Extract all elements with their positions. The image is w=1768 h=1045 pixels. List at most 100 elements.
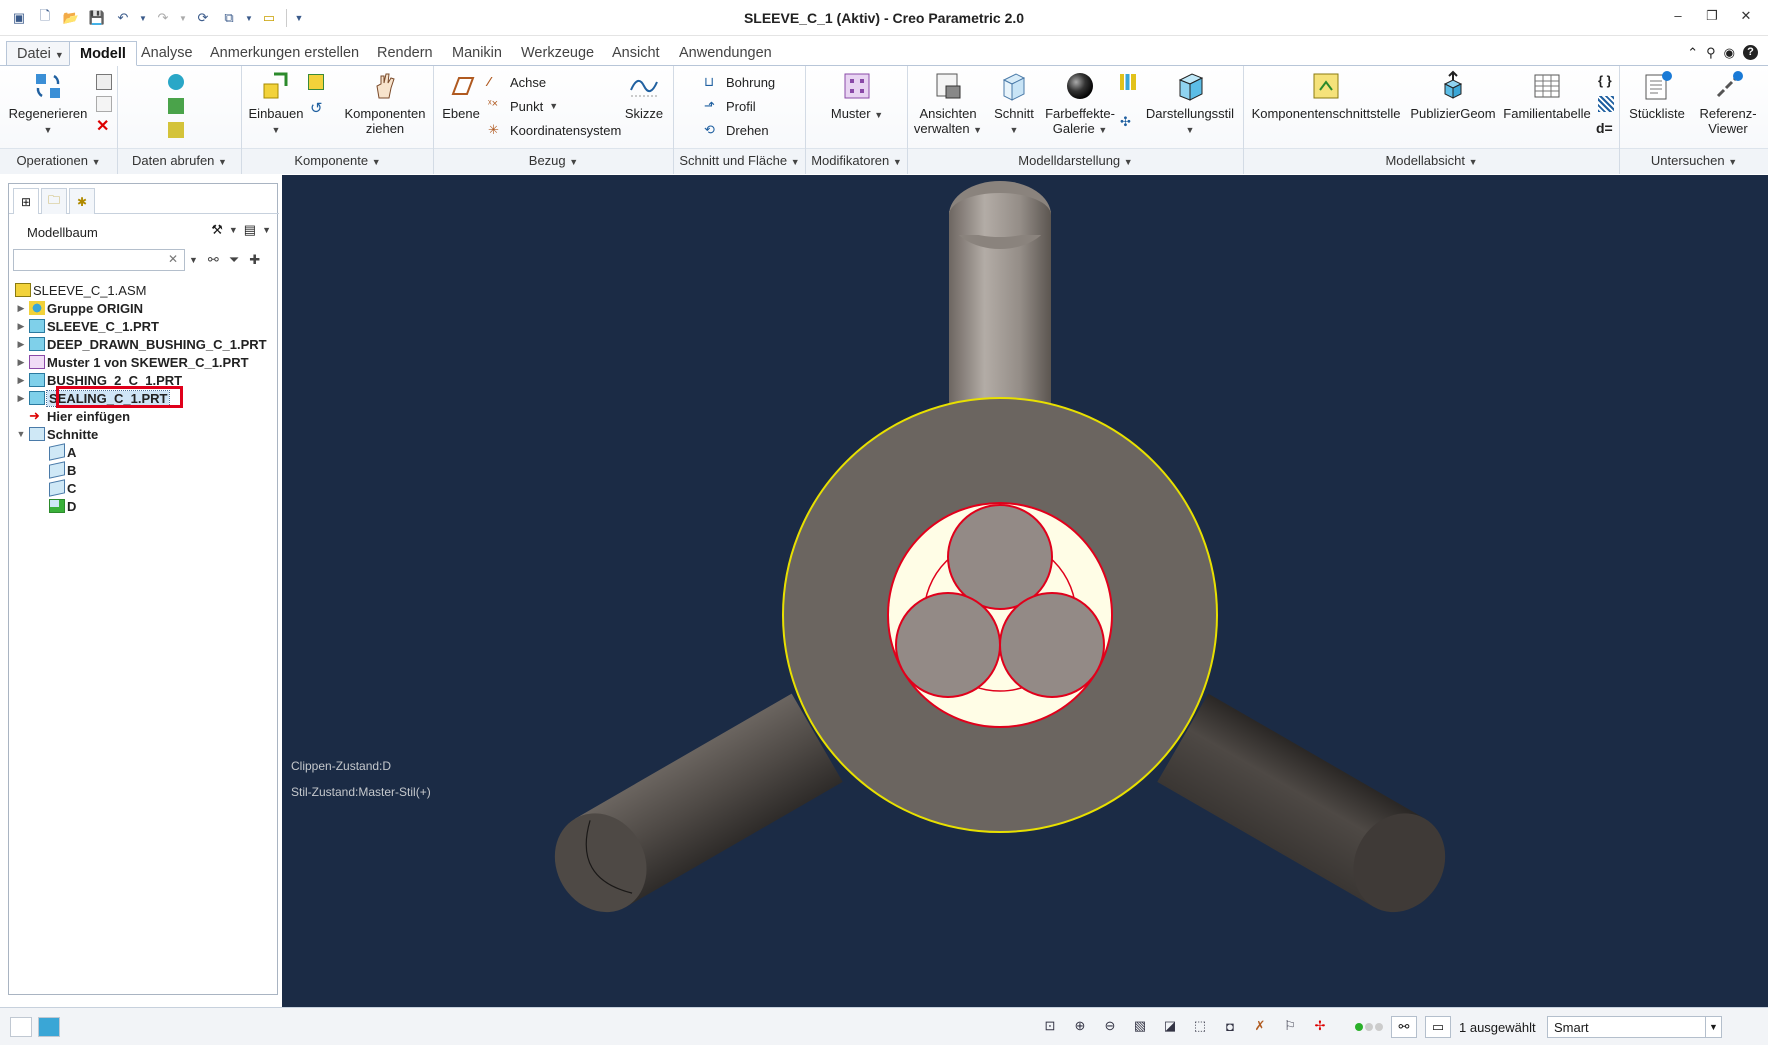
- einbauen-button[interactable]: Einbauen ▼: [246, 70, 306, 138]
- familientabelle-button[interactable]: Familientabelle: [1498, 70, 1596, 121]
- expand-arrow-icon[interactable]: ▶: [15, 339, 27, 350]
- search-icon[interactable]: ⚲: [1706, 45, 1716, 61]
- saved-orientations-icon[interactable]: ⬚: [1190, 1017, 1210, 1035]
- help-icon[interactable]: ?: [1743, 45, 1758, 60]
- ebene-button[interactable]: Ebene: [436, 70, 486, 121]
- collapse-arrow-icon[interactable]: ▼: [15, 429, 27, 439]
- copy-icon[interactable]: [96, 72, 112, 92]
- shrinkwrap-icon[interactable]: [168, 96, 184, 116]
- selection-filter-select[interactable]: Smart ▼: [1547, 1016, 1722, 1038]
- group-label[interactable]: Modelldarstellung ▼: [908, 148, 1243, 174]
- expand-arrow-icon[interactable]: ▶: [15, 393, 27, 404]
- achse-button[interactable]: ⁄ Achse: [488, 72, 546, 92]
- clear-search-icon[interactable]: ✕: [168, 252, 178, 266]
- tab-rendern[interactable]: Rendern: [367, 41, 443, 66]
- minimize-icon[interactable]: ‒: [1670, 8, 1686, 24]
- tab-anmerkungen-erstellen[interactable]: Anmerkungen erstellen: [200, 41, 369, 66]
- drehen-button[interactable]: ⟲ Drehen: [704, 120, 769, 140]
- regenerieren-button[interactable]: Regenerieren ▼: [8, 70, 88, 138]
- darstellungsstil-button[interactable]: Darstellungsstil ▼: [1140, 70, 1240, 138]
- tab-favorites[interactable]: ✱: [69, 188, 95, 214]
- close-icon[interactable]: ✕: [1738, 8, 1754, 24]
- profil-button[interactable]: ⬏ Profil: [704, 96, 756, 116]
- tree-item-sleeve-prt[interactable]: ▶ SLEEVE_C_1.PRT: [9, 317, 279, 335]
- tree-item-section-b[interactable]: B: [9, 461, 279, 479]
- scene-icon[interactable]: [1120, 72, 1136, 92]
- tab-anwendungen[interactable]: Anwendungen: [669, 41, 782, 66]
- tree-item-section-a[interactable]: A: [9, 443, 279, 461]
- skewer-rod-right[interactable]: [1157, 693, 1463, 929]
- tree-item-gruppe-origin[interactable]: ▶ Gruppe ORIGIN: [9, 299, 279, 317]
- rod-section-right[interactable]: [999, 592, 1105, 698]
- create-component-icon[interactable]: [308, 72, 324, 92]
- koordinatensystem-button[interactable]: ✳ Koordinatensystem: [488, 120, 621, 140]
- stueckliste-button[interactable]: Stückliste: [1624, 70, 1690, 121]
- tab-modell[interactable]: Modell: [69, 41, 137, 66]
- add-icon[interactable]: ✚: [249, 252, 260, 268]
- tab-ansicht[interactable]: Ansicht: [602, 41, 670, 66]
- search-history-dropdown-icon[interactable]: ▼: [189, 255, 198, 265]
- maximize-icon[interactable]: ❐: [1704, 8, 1720, 24]
- tree-item-hier-einfuegen[interactable]: ➜ Hier einfügen: [9, 407, 279, 425]
- group-label[interactable]: Komponente ▼: [242, 148, 433, 174]
- find-icon[interactable]: ⚯: [1391, 1016, 1417, 1038]
- group-label[interactable]: Schnitt und Fläche ▼: [674, 148, 805, 174]
- parameters-icon[interactable]: [1598, 94, 1614, 114]
- tab-folder-browser[interactable]: 🗀: [41, 188, 67, 214]
- chevron-down-icon[interactable]: ▼: [262, 225, 271, 235]
- tab-manikin[interactable]: Manikin: [442, 41, 512, 66]
- expand-arrow-icon[interactable]: ▶: [15, 357, 27, 368]
- skewer-rod-left[interactable]: [537, 693, 843, 929]
- perspective-icon[interactable]: ✣: [1120, 112, 1136, 132]
- komponenten-ziehen-button[interactable]: Komponenten ziehen: [340, 70, 430, 136]
- group-label[interactable]: Daten abrufen ▼: [118, 148, 241, 174]
- copy-geometry-icon[interactable]: [168, 72, 184, 92]
- annotation-display-icon[interactable]: ⚐: [1280, 1017, 1300, 1035]
- group-label[interactable]: Operationen ▼: [0, 148, 117, 174]
- zoom-out-icon[interactable]: ⊖: [1100, 1017, 1120, 1035]
- farbeffekte-galerie-button[interactable]: Farbeffekte- Galerie ▼: [1042, 70, 1118, 138]
- settings-tools-icon[interactable]: ⚒: [211, 222, 223, 238]
- toggle-browser-icon[interactable]: [38, 1017, 60, 1037]
- chevron-down-icon[interactable]: ▼: [229, 225, 238, 235]
- komponentenschnittstelle-button[interactable]: Komponentenschnittstelle: [1246, 70, 1406, 121]
- group-label[interactable]: Bezug ▼: [434, 148, 673, 174]
- skizze-button[interactable]: Skizze: [618, 70, 670, 121]
- muster-button[interactable]: Muster ▼: [816, 70, 898, 123]
- filter-icon[interactable]: ⏷: [229, 252, 239, 268]
- model-3d-view[interactable]: [282, 175, 1768, 1007]
- show-list-icon[interactable]: ▤: [244, 222, 256, 238]
- binoculars-icon[interactable]: ⚯: [208, 252, 219, 268]
- tab-analyse[interactable]: Analyse: [131, 41, 203, 66]
- punkt-button[interactable]: ˣ× Punkt ▼: [488, 96, 558, 116]
- expand-arrow-icon[interactable]: ▶: [15, 321, 27, 332]
- delete-icon[interactable]: ✕: [96, 116, 109, 136]
- display-style-small-icon[interactable]: ◪: [1160, 1017, 1180, 1035]
- paste-icon[interactable]: [96, 94, 112, 114]
- collapse-ribbon-icon[interactable]: ⌃: [1687, 45, 1698, 61]
- zoom-in-icon[interactable]: ⊕: [1070, 1017, 1090, 1035]
- expand-arrow-icon[interactable]: ▶: [15, 303, 27, 314]
- repaint-icon[interactable]: ▧: [1130, 1017, 1150, 1035]
- merge-icon[interactable]: [168, 120, 184, 140]
- tree-item-muster-skewer[interactable]: ▶ Muster 1 von SKEWER_C_1.PRT: [9, 353, 279, 371]
- referenz-viewer-button[interactable]: Referenz- Viewer: [1692, 70, 1764, 136]
- group-label[interactable]: Modifikatoren ▼: [806, 148, 907, 174]
- group-label[interactable]: Untersuchen ▼: [1620, 148, 1768, 174]
- group-label[interactable]: Modellabsicht ▼: [1244, 148, 1619, 174]
- datum-display-icon[interactable]: ✗: [1250, 1017, 1270, 1035]
- search-input[interactable]: ✕: [13, 249, 185, 271]
- publiziergeom-button[interactable]: PublizierGeom: [1406, 70, 1500, 121]
- relations-icon[interactable]: { }: [1598, 70, 1612, 90]
- refit-icon[interactable]: ⊡: [1040, 1017, 1060, 1035]
- graphics-viewport[interactable]: Clippen-Zustand:D Stil-Zustand:Master-St…: [282, 175, 1768, 1007]
- repeat-icon[interactable]: ↺: [310, 98, 323, 118]
- ansichten-verwalten-button[interactable]: Ansichten verwalten ▼: [910, 70, 986, 138]
- bohrung-button[interactable]: ⊔ Bohrung: [704, 72, 775, 92]
- toggle-navigator-icon[interactable]: [10, 1017, 32, 1037]
- rod-section-left[interactable]: [895, 592, 1001, 698]
- selection-box-icon[interactable]: ▭: [1425, 1016, 1451, 1038]
- tree-item-section-c[interactable]: C: [9, 479, 279, 497]
- spin-center-icon[interactable]: ✢: [1310, 1017, 1330, 1035]
- switch-dimensions-button[interactable]: d=: [1596, 118, 1613, 138]
